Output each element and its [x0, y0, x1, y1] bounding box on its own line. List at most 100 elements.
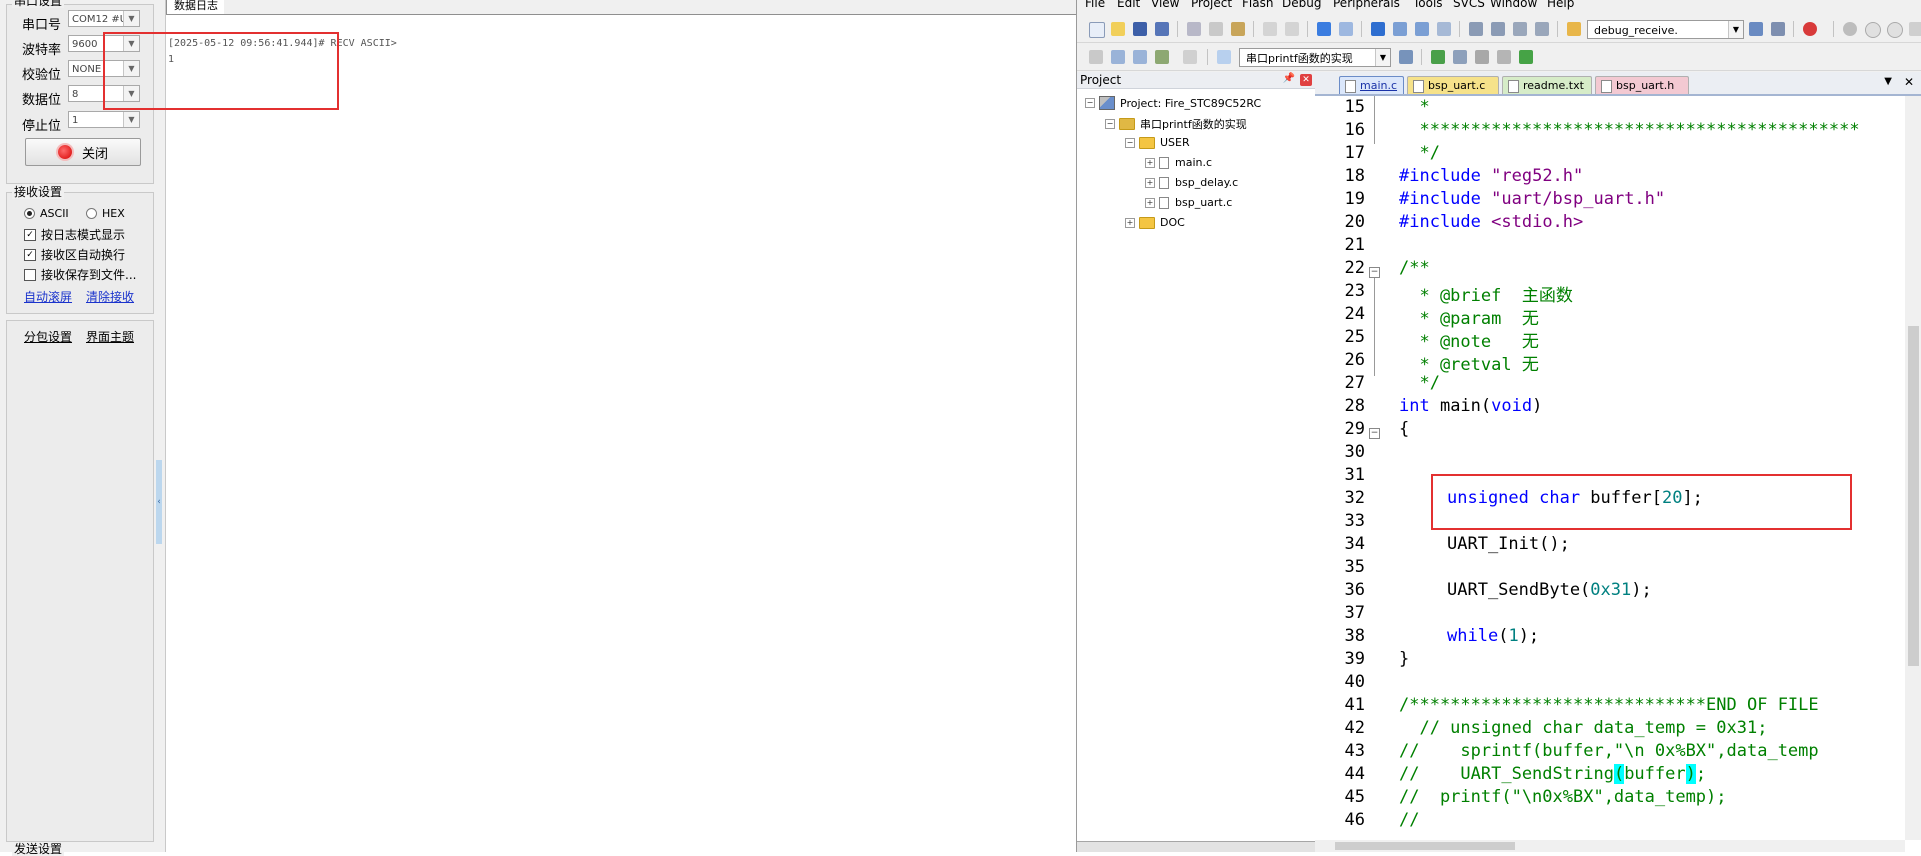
collapse-icon[interactable]: −: [1125, 137, 1135, 148]
tree-project-root[interactable]: − Project: Fire_STC89C52RC: [1085, 96, 1261, 110]
send-settings-title: 发送设置: [12, 842, 65, 856]
rebuild-icon[interactable]: [1133, 50, 1147, 64]
menu-help[interactable]: Help: [1547, 0, 1574, 10]
tree-file-bsp-uart[interactable]: + bsp_uart.c: [1145, 196, 1232, 209]
toolbar-more-icon[interactable]: [1909, 22, 1921, 36]
find-in-files-icon[interactable]: [1567, 22, 1581, 36]
vertical-scrollbar[interactable]: [1905, 96, 1921, 840]
manage-components-icon[interactable]: [1453, 50, 1467, 64]
indent-icon[interactable]: [1469, 22, 1483, 36]
tree-group-user[interactable]: − USER: [1125, 136, 1190, 149]
menu-edit[interactable]: Edit: [1117, 0, 1140, 10]
tab-main-c[interactable]: main.c: [1339, 76, 1404, 94]
code-line: UART_SendByte(0x31);: [1447, 580, 1652, 600]
menu-tools[interactable]: Tools: [1413, 0, 1443, 10]
menu-debug[interactable]: Debug: [1282, 0, 1321, 10]
panel-splitter[interactable]: ‹: [155, 0, 166, 852]
pack-installer-icon[interactable]: [1497, 50, 1511, 64]
scrollbar-thumb[interactable]: [1335, 842, 1515, 850]
tree-file-bsp-delay[interactable]: + bsp_delay.c: [1145, 176, 1238, 189]
scrollbar-thumb[interactable]: [1908, 326, 1919, 666]
run-time-environment-icon[interactable]: [1519, 50, 1533, 64]
tree-group-doc[interactable]: + DOC: [1125, 216, 1185, 229]
copy-icon[interactable]: [1209, 22, 1223, 36]
menu-svcs[interactable]: SVCS: [1453, 0, 1485, 10]
select-packs-icon[interactable]: [1475, 50, 1489, 64]
project-pane-tabs[interactable]: [1077, 841, 1315, 852]
collapse-icon[interactable]: −: [1105, 119, 1115, 129]
clear-bookmarks-icon[interactable]: [1437, 22, 1451, 36]
tree-file-main[interactable]: + main.c: [1145, 156, 1212, 169]
collapse-arrow-icon[interactable]: ‹: [156, 460, 162, 544]
expand-icon[interactable]: +: [1145, 157, 1155, 168]
menu-file[interactable]: File: [1085, 0, 1105, 10]
target-options-icon[interactable]: [1399, 50, 1413, 64]
tab-bsp-uart-c[interactable]: bsp_uart.c: [1407, 76, 1499, 94]
disable-breakpoint-icon[interactable]: [1865, 22, 1881, 38]
build-icon[interactable]: [1111, 50, 1125, 64]
clear-receive-link[interactable]: 清除接收: [86, 288, 134, 305]
batch-build-icon[interactable]: [1155, 50, 1169, 64]
cut-icon[interactable]: [1187, 22, 1201, 36]
collapse-icon[interactable]: −: [1085, 98, 1095, 108]
debug-start-icon[interactable]: [1803, 22, 1817, 36]
ui-theme-link[interactable]: 界面主题: [86, 328, 134, 345]
undo-icon[interactable]: [1263, 22, 1277, 36]
fold-collapse-icon[interactable]: −: [1369, 267, 1380, 278]
build-target-combo[interactable]: 串口printf函数的实现 ▼: [1239, 48, 1391, 67]
auto-wrap-checkbox[interactable]: ✓ 接收区自动换行: [24, 246, 125, 263]
stopbits-combo[interactable]: 1 ▼: [68, 111, 140, 128]
save-icon[interactable]: [1133, 22, 1147, 36]
menu-project[interactable]: Project: [1191, 0, 1232, 10]
unindent-icon[interactable]: [1491, 22, 1505, 36]
stop-build-icon[interactable]: [1183, 50, 1197, 64]
comment-icon[interactable]: [1513, 22, 1527, 36]
expand-icon[interactable]: +: [1145, 197, 1155, 208]
save-all-icon[interactable]: [1155, 22, 1169, 36]
log-mode-checkbox[interactable]: ✓ 按日志模式显示: [24, 226, 125, 243]
fold-collapse-icon[interactable]: −: [1369, 428, 1380, 439]
find-icon[interactable]: [1771, 22, 1785, 36]
kill-breakpoints-icon[interactable]: [1887, 22, 1903, 38]
nav-forward-icon[interactable]: [1339, 22, 1353, 36]
paste-icon[interactable]: [1231, 22, 1245, 36]
translate-icon[interactable]: [1089, 50, 1103, 64]
close-icon[interactable]: ✕: [1300, 74, 1312, 86]
tab-data-log[interactable]: 数据日志: [166, 0, 226, 15]
download-icon[interactable]: [1217, 50, 1231, 64]
line-number: 39: [1344, 649, 1365, 669]
close-icon[interactable]: ✕: [1904, 75, 1914, 89]
ascii-radio[interactable]: ASCII: [24, 207, 69, 220]
file-extensions-icon[interactable]: [1431, 50, 1445, 64]
breakpoint-icon[interactable]: [1843, 22, 1857, 36]
prev-bookmark-icon[interactable]: [1393, 22, 1407, 36]
nav-back-icon[interactable]: [1317, 22, 1331, 36]
horizontal-scrollbar[interactable]: [1315, 840, 1905, 852]
redo-icon[interactable]: [1285, 22, 1299, 36]
packet-settings-link[interactable]: 分包设置: [24, 328, 72, 345]
next-bookmark-icon[interactable]: [1415, 22, 1429, 36]
expand-icon[interactable]: +: [1125, 217, 1135, 228]
expand-icon[interactable]: +: [1145, 177, 1155, 188]
pin-icon[interactable]: 📌: [1283, 73, 1295, 84]
debug-target-combo[interactable]: debug_receive. ▼: [1587, 20, 1744, 39]
tab-readme[interactable]: readme.txt: [1502, 76, 1592, 94]
new-file-icon[interactable]: [1089, 22, 1105, 38]
uncomment-icon[interactable]: [1535, 22, 1549, 36]
hex-radio[interactable]: HEX: [86, 207, 125, 220]
close-port-button[interactable]: 关闭: [25, 138, 141, 166]
save-to-file-checkbox[interactable]: 接收保存到文件...: [24, 266, 136, 283]
tree-target[interactable]: − 串口printf函数的实现: [1105, 116, 1247, 132]
menu-peripherals[interactable]: Peripherals: [1333, 0, 1400, 10]
menu-flash[interactable]: Flash: [1242, 0, 1273, 10]
open-folder-icon[interactable]: [1111, 22, 1125, 36]
menu-window[interactable]: Window: [1490, 0, 1537, 10]
bookmark-icon[interactable]: [1371, 22, 1385, 36]
tab-bsp-uart-h[interactable]: bsp_uart.h: [1595, 76, 1689, 94]
tab-list-icon[interactable]: ▼: [1884, 76, 1892, 87]
port-combo[interactable]: COM12 #US▼: [68, 10, 140, 27]
auto-scroll-link[interactable]: 自动滚屏: [24, 288, 72, 305]
menu-view[interactable]: View: [1151, 0, 1179, 10]
line-number: 19: [1344, 189, 1365, 209]
incremental-find-icon[interactable]: [1749, 22, 1763, 36]
